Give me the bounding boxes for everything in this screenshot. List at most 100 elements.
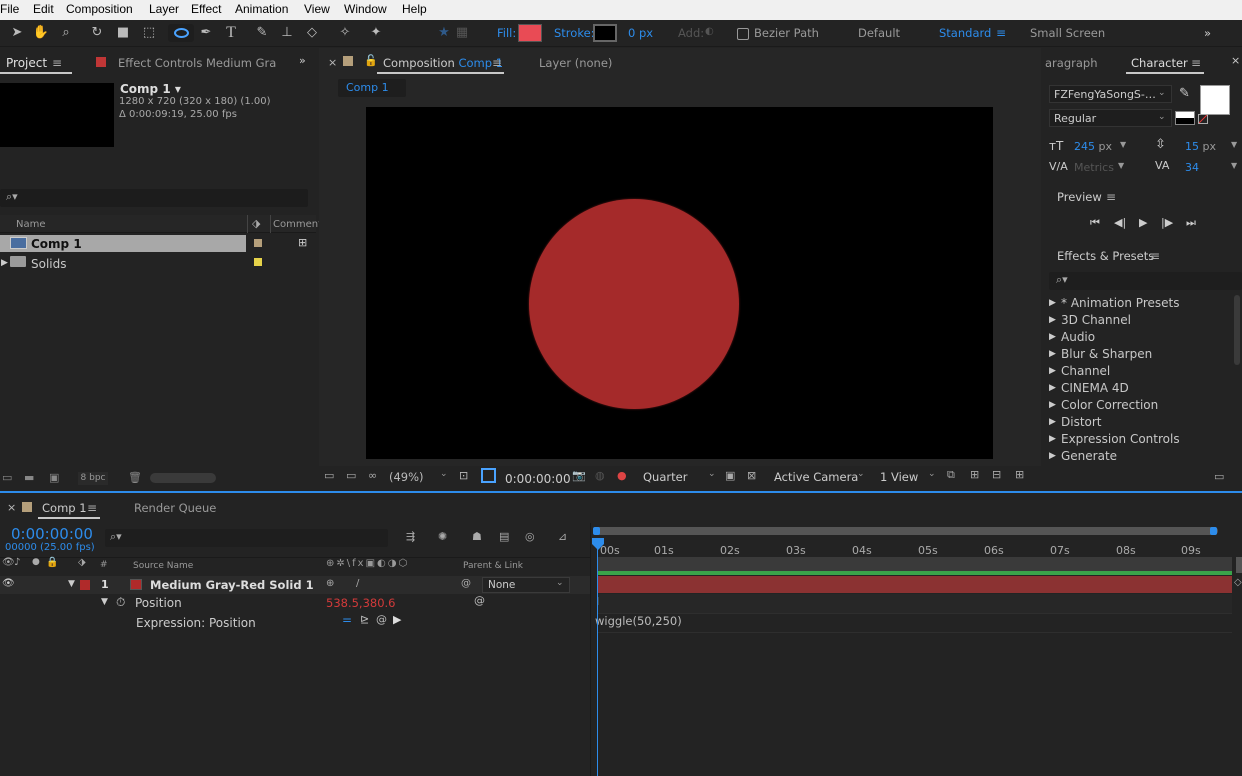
menu-animation[interactable]: Animation: [235, 2, 288, 16]
col-comment[interactable]: Comment: [273, 219, 322, 230]
kerning-value[interactable]: Metrics: [1074, 161, 1114, 174]
bit-depth-button[interactable]: 8 bpc: [78, 472, 108, 485]
chevron-down-icon[interactable]: ▼: [1231, 161, 1237, 170]
preview-menu-icon[interactable]: ≡: [1106, 190, 1116, 204]
thumbnail-scrollbar[interactable]: [150, 473, 216, 483]
next-frame-icon[interactable]: |▶: [1161, 216, 1173, 229]
panel-overflow-icon[interactable]: »: [299, 54, 306, 67]
effects-item[interactable]: Expression Controls: [1061, 432, 1180, 446]
expression-text[interactable]: wiggle(50,250): [595, 614, 682, 628]
play-icon[interactable]: ▶: [1139, 216, 1147, 229]
shy-switch-icon[interactable]: ⊕: [326, 578, 334, 589]
composition-mini-flowchart-icon[interactable]: ⇶: [406, 530, 415, 543]
label-color-swatch[interactable]: [254, 239, 262, 247]
rotate-tool-icon[interactable]: ↻: [88, 24, 106, 42]
label-column-icon[interactable]: ⬗: [252, 217, 260, 230]
menu-effect[interactable]: Effect: [191, 2, 221, 16]
delete-icon[interactable]: 🗑: [128, 471, 142, 484]
expand-arrow-icon[interactable]: ▶: [1049, 434, 1056, 444]
shy-layers-icon[interactable]: ☗: [472, 530, 482, 543]
col-parent-link[interactable]: Parent & Link: [463, 561, 523, 571]
menu-layer[interactable]: Layer: [149, 2, 179, 16]
expand-arrow-icon[interactable]: ▶: [1049, 451, 1056, 461]
show-snapshot-icon[interactable]: ◍: [595, 469, 605, 482]
graph-editor-icon[interactable]: ⊿: [558, 530, 567, 543]
new-bin-icon[interactable]: ▭: [1214, 470, 1224, 483]
transparency-grid-icon[interactable]: [481, 468, 496, 483]
layer-name[interactable]: Medium Gray-Red Solid 1: [150, 578, 314, 592]
col-name[interactable]: Name: [16, 219, 46, 230]
effects-search-input[interactable]: [1049, 272, 1242, 290]
timeline-menu-icon[interactable]: ≡: [87, 501, 97, 515]
chevron-down-icon[interactable]: ⌄: [440, 469, 448, 479]
chevron-down-icon[interactable]: ▼: [1231, 140, 1237, 149]
bezier-path-checkbox[interactable]: [737, 28, 749, 40]
snapshot-icon[interactable]: 📷: [572, 469, 586, 482]
first-frame-icon[interactable]: ⏮: [1090, 216, 1100, 230]
effects-item[interactable]: Audio: [1061, 330, 1095, 344]
solo-column-icon[interactable]: ●: [32, 557, 40, 567]
workspace-menu-icon[interactable]: ≡: [996, 26, 1006, 40]
effects-menu-icon[interactable]: ≡: [1150, 249, 1160, 263]
flowchart-icon[interactable]: ⊞: [298, 236, 307, 249]
effects-item[interactable]: Blur & Sharpen: [1061, 347, 1152, 361]
chevron-down-icon[interactable]: ⌄: [708, 469, 716, 479]
monitor-icon[interactable]: ▭: [346, 469, 356, 482]
effects-item[interactable]: Channel: [1061, 364, 1110, 378]
collapse-arrow-icon[interactable]: ▼: [68, 579, 75, 589]
fill-swatch[interactable]: [518, 24, 542, 42]
menu-help[interactable]: Help: [402, 2, 427, 16]
timeline-search-input[interactable]: [105, 529, 388, 547]
close-tab-icon[interactable]: ×: [328, 56, 337, 69]
project-item-name[interactable]: Solids: [31, 257, 67, 271]
stroke-width[interactable]: 0 px: [628, 26, 653, 40]
visibility-column-icon[interactable]: 👁: [2, 557, 15, 568]
work-area-end-handle[interactable]: [1210, 527, 1217, 535]
motion-blur-icon[interactable]: ◎: [525, 530, 535, 543]
audio-column-icon[interactable]: ♪: [14, 557, 20, 568]
menu-file[interactable]: File: [0, 2, 19, 16]
leading-value[interactable]: 15 px: [1185, 140, 1216, 153]
chevron-down-icon[interactable]: ⌄: [928, 469, 936, 479]
ellipse-tool-icon[interactable]: [168, 24, 194, 42]
selection-tool-icon[interactable]: ➤: [8, 24, 26, 42]
pickwhip-icon[interactable]: @: [461, 578, 471, 589]
expand-arrow-icon[interactable]: ▶: [1049, 332, 1056, 342]
puppet-tool-icon[interactable]: ✦: [367, 24, 385, 42]
camera-tool-icon[interactable]: ■: [113, 24, 133, 42]
col-number[interactable]: #: [100, 560, 108, 570]
graph-icon[interactable]: ⊵: [360, 613, 369, 626]
menu-composition[interactable]: Composition: [66, 2, 133, 16]
menu-window[interactable]: Window: [344, 2, 387, 16]
expand-arrow-icon[interactable]: ▶: [1049, 349, 1056, 359]
work-area-start-handle[interactable]: [593, 527, 600, 535]
tracking-value[interactable]: 34: [1185, 161, 1199, 174]
interpret-footage-icon[interactable]: ▭: [2, 471, 12, 484]
expression-pickwhip-icon[interactable]: @: [376, 613, 387, 626]
character-menu-icon[interactable]: ≡: [1191, 56, 1201, 70]
last-frame-icon[interactable]: ⏭: [1186, 216, 1196, 230]
close-icon[interactable]: ×: [1231, 54, 1240, 67]
view-layout-dropdown[interactable]: 1 View: [880, 470, 918, 484]
effects-item[interactable]: Generate: [1061, 449, 1117, 463]
pan-behind-tool-icon[interactable]: ⬚: [140, 24, 158, 42]
menu-view[interactable]: View: [304, 2, 330, 16]
channel-icon[interactable]: ●: [617, 469, 627, 482]
fit-icon[interactable]: ⊡: [459, 469, 468, 482]
col-source-name[interactable]: Source Name: [133, 561, 193, 571]
label-column-icon[interactable]: ⬗: [78, 557, 86, 568]
tab-effect-controls[interactable]: Effect Controls Medium Gray-Re: [118, 56, 276, 70]
eraser-tool-icon[interactable]: ◇: [303, 24, 321, 42]
composition-viewer[interactable]: [366, 107, 993, 459]
project-search-input[interactable]: [0, 189, 308, 207]
collapse-arrow-icon[interactable]: ▼: [101, 597, 108, 607]
effects-scrollbar[interactable]: [1234, 295, 1240, 365]
chevron-down-icon[interactable]: ▼: [1120, 140, 1126, 149]
workspace-small-screen[interactable]: Small Screen: [1030, 26, 1105, 40]
expand-arrow-icon[interactable]: ▶: [1049, 383, 1056, 393]
timeline-scrollbar[interactable]: [1236, 557, 1242, 573]
position-value[interactable]: 538.5,380.6: [326, 596, 396, 610]
tab-layer[interactable]: Layer (none): [539, 56, 612, 70]
lock-icon[interactable]: 🔓: [364, 54, 378, 67]
zoom-tool-icon[interactable]: ⌕: [57, 24, 75, 42]
